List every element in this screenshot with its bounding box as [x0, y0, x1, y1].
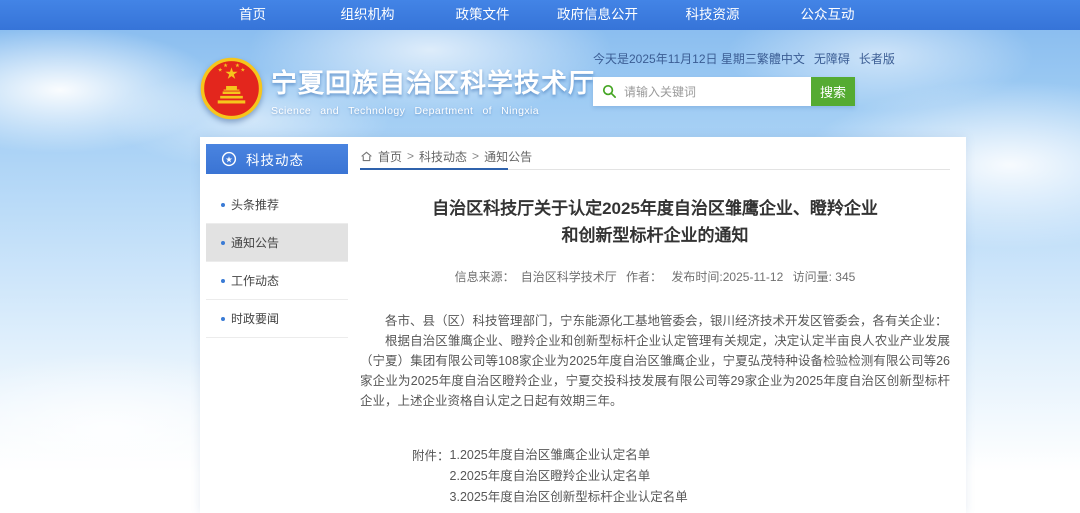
- nav-item-gov-info[interactable]: 政府信息公开: [540, 0, 655, 30]
- article-body: 各市、县（区）科技管理部门，宁东能源化工基地管委会，银川经济技术开发区管委会，各…: [360, 311, 950, 411]
- article-paragraph: 根据自治区雏鹰企业、瞪羚企业和创新型标杆企业认定管理有关规定，决定认定半亩良人农…: [360, 331, 950, 411]
- search-icon: [602, 84, 617, 99]
- nav-item-resources[interactable]: 科技资源: [655, 0, 770, 30]
- meta-publish-label: 发布时间:: [671, 270, 722, 284]
- attachment-link-2[interactable]: 2.2025年度自治区瞪羚企业认定名单: [450, 466, 688, 487]
- meta-author-label: 作者：: [626, 270, 662, 284]
- sidebar-title: 科技动态: [246, 149, 304, 169]
- national-emblem-logo: [200, 57, 263, 120]
- meta-publish-date: 2025-11-12: [723, 270, 784, 284]
- article-title-line1: 自治区科技厅关于认定2025年度自治区雏鹰企业、瞪羚企业: [360, 195, 950, 222]
- sidebar-item-label: 通知公告: [231, 236, 279, 250]
- link-traditional-chinese[interactable]: 繁體中文: [757, 50, 805, 67]
- attachments-label: 附件：: [412, 445, 450, 508]
- subtitle-word: Ningxia: [501, 105, 539, 117]
- subtitle-word: Technology: [348, 105, 405, 117]
- sidebar-item-label: 头条推荐: [231, 198, 279, 212]
- bullet-dot-icon: [221, 241, 225, 245]
- article-title-line2: 和创新型标杆企业的通知: [360, 222, 950, 249]
- breadcrumb-home[interactable]: 首页: [378, 148, 402, 165]
- today-date-text: 今天是2025年11月12日 星期三: [593, 50, 757, 67]
- search-input[interactable]: [593, 77, 811, 106]
- search-bar: 搜索: [593, 77, 855, 106]
- attachment-link-1[interactable]: 1.2025年度自治区雏鹰企业认定名单: [450, 445, 688, 466]
- sidebar-list: 头条推荐 通知公告 工作动态 时政要闻: [206, 186, 348, 338]
- bullet-dot-icon: [221, 203, 225, 207]
- header-right: 今天是2025年11月12日 星期三 繁體中文 无障碍 长者版 搜索: [593, 50, 878, 106]
- subtitle-word: of: [482, 105, 492, 117]
- sidebar-item-headlines[interactable]: 头条推荐: [206, 186, 348, 224]
- bullet-dot-icon: [221, 317, 225, 321]
- meta-source-label: 信息来源：: [455, 270, 515, 284]
- sidebar: 科技动态 头条推荐 通知公告 工作动态 时政要闻: [206, 144, 348, 338]
- link-elderly-version[interactable]: 长者版: [859, 50, 895, 67]
- sidebar-item-notices[interactable]: 通知公告: [206, 224, 348, 262]
- article-area: 首页 > 科技动态 > 通知公告 自治区科技厅关于认定2025年度自治区雏鹰企业…: [360, 143, 950, 508]
- site-title-block[interactable]: 宁夏回族自治区科学技术厅 Science and Technology Depa…: [271, 63, 541, 117]
- sidebar-item-work-updates[interactable]: 工作动态: [206, 262, 348, 300]
- breadcrumb-separator: >: [407, 149, 414, 163]
- star-circle-icon: [221, 151, 237, 167]
- nav-item-home[interactable]: 首页: [195, 0, 310, 30]
- nav-item-organization[interactable]: 组织机构: [310, 0, 425, 30]
- top-nav-items: 首页 组织机构 政策文件 政府信息公开 科技资源 公众互动: [195, 0, 885, 30]
- subtitle-word: Science: [271, 105, 311, 117]
- meta-views-label: 访问量:: [793, 270, 832, 284]
- nav-item-policy[interactable]: 政策文件: [425, 0, 540, 30]
- meta-source-value: 自治区科学技术厅: [521, 270, 617, 284]
- sidebar-item-current-affairs[interactable]: 时政要闻: [206, 300, 348, 338]
- meta-views-value: 345: [835, 270, 855, 284]
- article-meta: 信息来源： 自治区科学技术厅 作者： 发布时间:2025-11-12 访问量: 3…: [360, 268, 950, 285]
- link-accessibility[interactable]: 无障碍: [814, 50, 850, 67]
- attachment-link-3[interactable]: 3.2025年度自治区创新型标杆企业认定名单: [450, 487, 688, 508]
- breadcrumb-notices[interactable]: 通知公告: [484, 148, 532, 165]
- attachments: 附件： 1.2025年度自治区雏鹰企业认定名单 2.2025年度自治区瞪羚企业认…: [412, 445, 950, 508]
- breadcrumb-science-news[interactable]: 科技动态: [419, 148, 467, 165]
- sidebar-header: 科技动态: [206, 144, 348, 174]
- top-nav-bar: 首页 组织机构 政策文件 政府信息公开 科技资源 公众互动: [0, 0, 1080, 30]
- content-panel: 科技动态 头条推荐 通知公告 工作动态 时政要闻 首页 > 科技: [200, 137, 966, 513]
- site-title: 宁夏回族自治区科学技术厅: [271, 63, 541, 100]
- search-button[interactable]: 搜索: [811, 77, 855, 106]
- home-icon: [360, 150, 373, 163]
- site-subtitle: Science and Technology Department of Nin…: [271, 105, 539, 117]
- bullet-dot-icon: [221, 279, 225, 283]
- breadcrumb-separator: >: [472, 149, 479, 163]
- sidebar-item-label: 工作动态: [231, 274, 279, 288]
- sidebar-item-label: 时政要闻: [231, 312, 279, 326]
- quick-links: 繁體中文 无障碍 长者版: [757, 50, 895, 67]
- article-paragraph: 各市、县（区）科技管理部门，宁东能源化工基地管委会，银川经济技术开发区管委会，各…: [360, 311, 950, 331]
- article-title: 自治区科技厅关于认定2025年度自治区雏鹰企业、瞪羚企业 和创新型标杆企业的通知: [360, 195, 950, 249]
- subtitle-word: Department: [414, 105, 473, 117]
- subtitle-word: and: [320, 105, 339, 117]
- breadcrumb: 首页 > 科技动态 > 通知公告: [360, 143, 950, 170]
- nav-item-interaction[interactable]: 公众互动: [770, 0, 885, 30]
